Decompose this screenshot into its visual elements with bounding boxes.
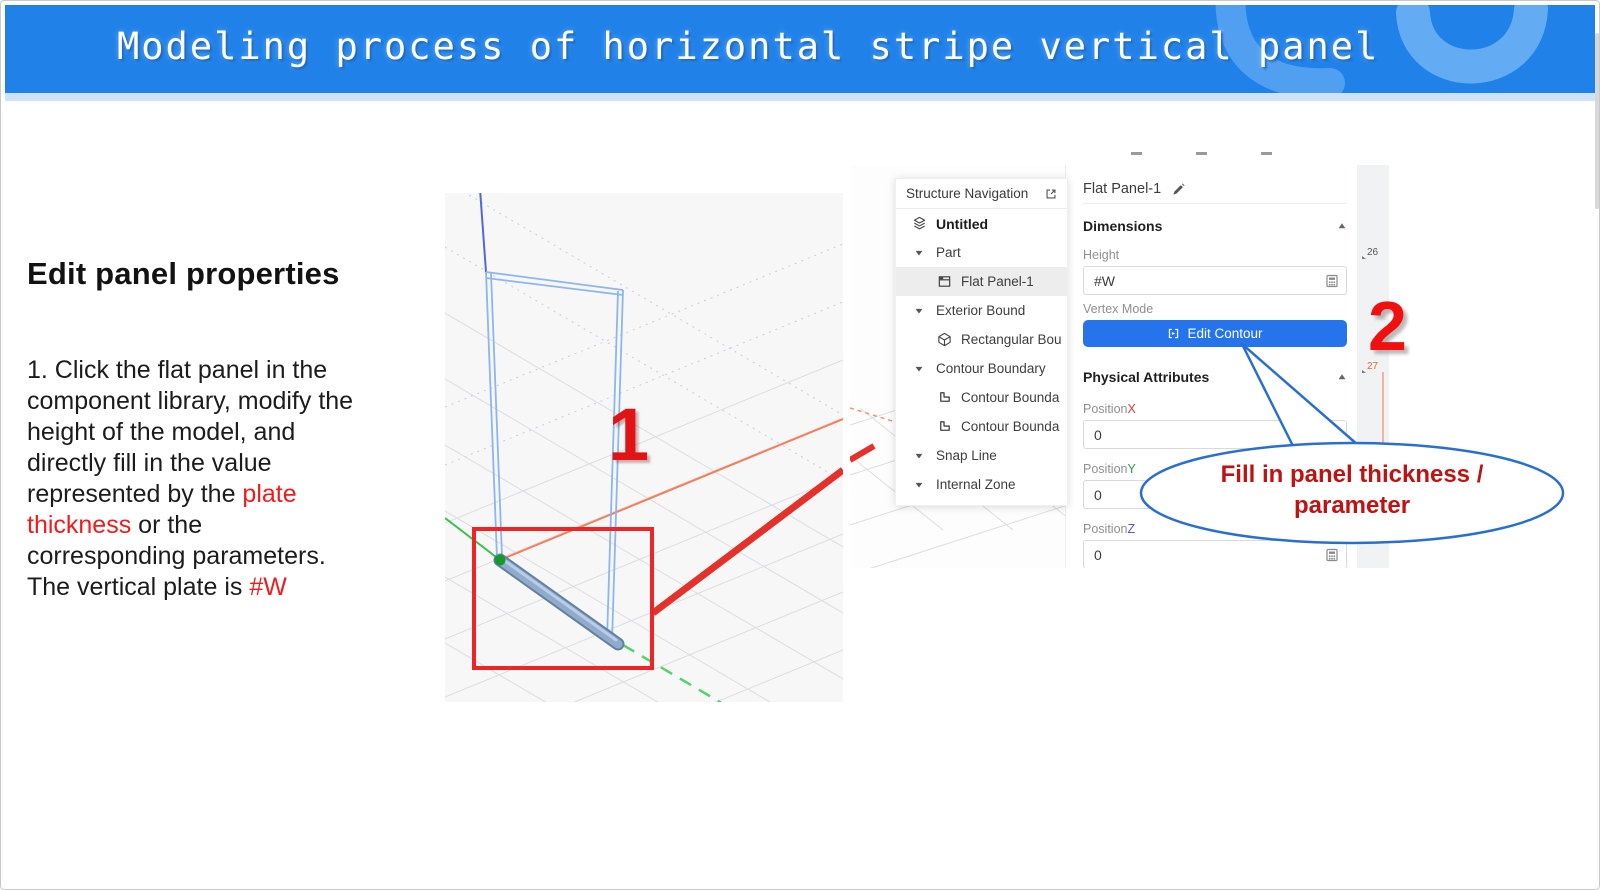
tree-item-label: Rectangular Bou [961,332,1062,347]
position-field-value: 0 [1094,486,1102,503]
tree-item-untitled[interactable]: Untitled [896,209,1067,238]
cube-icon[interactable] [937,332,952,347]
section-heading: Edit panel properties [27,256,340,291]
highlighted-text: #W [249,573,287,601]
callout-bubble-text: Fill in panel thickness / parameter [1152,459,1552,521]
tree-item-rectangular-bou[interactable]: Rectangular Bou [896,325,1067,354]
cropped-text-remnant [1196,152,1207,155]
header-accent-strip [5,93,1595,101]
position-x-field: PositionX 0 [1083,402,1347,449]
dimensions-title: Dimensions [1083,218,1163,234]
position-field-input[interactable]: 0 [1083,420,1347,449]
edit-contour-icon [1167,327,1180,340]
z-axis-blue [479,193,487,273]
tree-item-internal-zone[interactable]: Internal Zone [896,470,1067,499]
physical-attributes-title: Physical Attributes [1083,369,1210,385]
tree-item-label: Contour Boundary [936,361,1046,376]
tree-item-part[interactable]: Part [896,238,1067,267]
height-input[interactable]: #W [1083,266,1347,295]
intro-paragraph: 1. Click the flat panel in the component… [27,355,367,603]
collapse-icon[interactable] [1337,372,1347,382]
rename-pencil-icon[interactable] [1171,182,1186,197]
position-field-label: PositionX [1083,402,1136,416]
position-field-value: 0 [1094,546,1102,563]
mini-red-axis [850,443,876,463]
chevron-down-icon[interactable] [914,248,924,258]
tree-scrollbar[interactable] [1595,33,1599,209]
tree-item-label: Part [936,245,961,260]
object-name: Flat Panel-1 [1083,181,1162,197]
plate-bar [493,553,625,651]
tree-item-flat-panel-1[interactable]: Flat Panel-1 [896,267,1067,296]
tree-item-label: Contour Bounda [961,390,1060,405]
bubble-line-2: parameter [1293,492,1411,519]
tree-item-label: Internal Zone [936,477,1016,492]
chevron-down-icon[interactable] [914,451,924,461]
position-field-input[interactable]: 0 [1083,540,1347,568]
height-value: #W [1094,272,1115,289]
origin-point [494,554,506,566]
structure-navigation-header: Structure Navigation [896,179,1067,209]
popout-icon[interactable] [1044,187,1058,201]
tree-item-contour-boundary[interactable]: Contour Boundary [896,354,1067,383]
height-label: Height [1083,248,1120,262]
tree-item-label: Exterior Bound [936,303,1026,318]
page-title: Modeling process of horizontal stripe ve… [117,25,1380,68]
contour-icon[interactable] [937,419,952,434]
tree-item-label: Untitled [936,215,989,232]
step-2-marker: 2 [1368,287,1407,365]
physical-attributes-section-header: Physical Attributes [1083,365,1347,389]
y-axis-green-dashed [622,643,723,702]
title-bar: Modeling process of horizontal stripe ve… [5,5,1595,93]
calculator-icon[interactable] [1324,547,1340,563]
calculator-icon[interactable] [1324,273,1340,289]
tree-item-contour-bounda[interactable]: Contour Bounda [896,412,1067,441]
position-field-value: 0 [1094,426,1102,443]
cropped-text-remnant [1131,152,1142,155]
bubble-line-1: Fill in panel thickness / [1220,461,1484,488]
chevron-down-icon[interactable] [914,306,924,316]
step-1-marker: 1 [608,393,650,476]
x-axis-orange [499,418,843,561]
edit-contour-label: Edit Contour [1187,326,1263,341]
position-z-field: PositionZ 0 [1083,522,1347,568]
dimensions-section-header: Dimensions [1083,214,1347,238]
structure-navigation-panel: Structure Navigation Untitled Part Flat … [895,178,1068,506]
object-name-row: Flat Panel-1 [1083,165,1347,204]
structure-tree: Untitled Part Flat Panel-1 Exterior Boun… [896,209,1067,499]
margin-mark-26: 26 [1361,247,1379,259]
tree-item-contour-bounda[interactable]: Contour Bounda [896,383,1067,412]
chevron-down-icon[interactable] [914,480,924,490]
structure-navigation-title: Structure Navigation [906,186,1029,201]
collapse-icon[interactable] [1337,221,1347,231]
vertex-mode-label: Vertex Mode [1083,302,1154,316]
chevron-down-icon[interactable] [914,364,924,374]
contour-icon[interactable] [937,390,952,405]
flat-panel-icon[interactable] [937,274,952,289]
position-field-label: PositionZ [1083,522,1136,536]
body-text: 1. Click the flat panel in the component… [27,356,354,508]
revision-line [1382,372,1384,444]
edit-contour-button[interactable]: Edit Contour [1083,320,1347,347]
tree-item-snap-line[interactable]: Snap Line [896,441,1067,470]
cropped-text-remnant [1261,152,1272,155]
panel-wireframe [485,271,624,643]
layers-icon[interactable] [912,216,927,231]
tree-item-exterior-bound[interactable]: Exterior Bound [896,296,1067,325]
tree-item-label: Snap Line [936,448,997,463]
tree-item-label: Flat Panel-1 [961,274,1034,289]
tree-item-label: Contour Bounda [961,419,1060,434]
